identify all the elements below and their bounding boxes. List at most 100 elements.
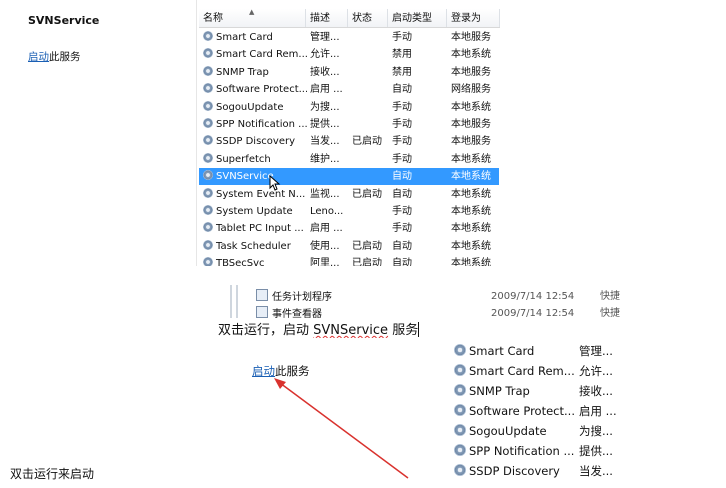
table-row[interactable]: Smart Card Rem... 允许... 禁用 本地系统 bbox=[199, 46, 499, 63]
service-logon: 本地服务 bbox=[451, 119, 491, 130]
service-name-label: SPP Notification ... bbox=[216, 119, 307, 130]
table-row[interactable]: System Update Leno... 手动 本地系统 bbox=[199, 203, 499, 220]
service-name-label: System Event N... bbox=[216, 188, 306, 200]
table-row[interactable]: SPP Notification ... 提供... 手动 本地服务 bbox=[199, 116, 499, 133]
service-desc: 监视... bbox=[310, 188, 340, 200]
service-status: 已启动 bbox=[352, 188, 382, 200]
pointer-arrow bbox=[274, 378, 409, 479]
table-row[interactable]: SSDP Discovery 当发... 已启动 手动 本地服务 bbox=[199, 133, 499, 150]
service-name-label: System Update bbox=[216, 206, 293, 217]
service-desc: 提供... bbox=[310, 119, 340, 130]
service-name-label: SVNService bbox=[216, 171, 274, 183]
table-row[interactable]: SogouUpdate 为搜... 手动 本地系统 bbox=[199, 99, 499, 116]
table-row[interactable]: SVNService 自动 本地系统 bbox=[199, 168, 499, 186]
service-logon: 本地系统 bbox=[451, 258, 491, 266]
item-date: 2009/7/14 12:54 bbox=[491, 291, 575, 302]
service-logon: 本地系统 bbox=[451, 171, 491, 183]
service-name: SVNService bbox=[203, 168, 307, 185]
divider bbox=[236, 285, 238, 318]
list-item-event-viewer[interactable]: 事件查看器 bbox=[256, 306, 322, 318]
service-startup: 禁用 bbox=[392, 66, 412, 78]
table-row[interactable]: Task Scheduler 使用... 已启动 自动 本地系统 bbox=[199, 238, 499, 255]
service-startup: 手动 bbox=[392, 223, 412, 235]
table-row[interactable]: TBSecSvc 阿里... 已启动 自动 本地系统 bbox=[199, 255, 499, 266]
service-name: System Update bbox=[203, 203, 307, 220]
service-name: SPP Notification ... bbox=[203, 116, 307, 133]
instruction-caption: 双击运行，启动 SVNService 服务 bbox=[218, 319, 420, 338]
service-startup: 手动 bbox=[392, 32, 412, 43]
service-logon: 网络服务 bbox=[451, 84, 491, 96]
service-name: Smart Card bbox=[203, 29, 307, 46]
service-desc: 为搜... bbox=[310, 101, 340, 113]
service-gear-icon bbox=[203, 65, 213, 76]
service-name: TBSecSvc bbox=[203, 255, 307, 266]
task-scheduler-icon bbox=[256, 289, 268, 301]
services-list: ▲ 名称 描述 状态 启动类型 登录为 Smart Card 管理... 手动 本地服… bbox=[199, 0, 624, 266]
service-logon: 本地系统 bbox=[451, 206, 491, 217]
service-name: System Event N... bbox=[203, 186, 307, 203]
service-name: SNMP Trap bbox=[203, 64, 307, 81]
sort-arrow-icon: ▲ bbox=[249, 8, 255, 16]
service-startup: 自动 bbox=[392, 84, 412, 96]
service-startup: 手动 bbox=[392, 119, 412, 130]
service-gear-icon bbox=[203, 31, 213, 41]
service-startup: 手动 bbox=[392, 153, 412, 165]
service-logon: 本地系统 bbox=[451, 188, 491, 200]
service-name-label: Smart Card Rem... bbox=[216, 49, 307, 61]
services-window-bottom: 启动此服务 Smart Card 管理... Smart Card Rem... 允许… bbox=[218, 338, 624, 488]
service-logon: 本地系统 bbox=[451, 240, 491, 252]
service-gear-icon bbox=[203, 48, 213, 59]
table-row[interactable]: System Event N... 监视... 已启动 自动 本地系统 bbox=[199, 186, 499, 203]
column-header-startup[interactable]: 启动类型 bbox=[388, 9, 447, 27]
service-desc: 管理... bbox=[310, 32, 340, 43]
service-logon: 本地系统 bbox=[451, 223, 491, 235]
table-row[interactable]: Smart Card 管理... 手动 本地服务 bbox=[199, 29, 499, 46]
service-logon: 本地服务 bbox=[451, 66, 491, 78]
divider bbox=[230, 285, 232, 318]
service-startup: 自动 bbox=[392, 258, 412, 266]
column-header-desc[interactable]: 描述 bbox=[306, 9, 348, 27]
service-desc: Leno... bbox=[310, 206, 344, 217]
table-row[interactable]: SNMP Trap 接收... 禁用 本地服务 bbox=[199, 64, 499, 81]
service-logon: 本地服务 bbox=[451, 136, 491, 148]
event-viewer-icon bbox=[256, 306, 268, 318]
item-name: 任务计划程序 bbox=[272, 292, 332, 303]
service-name-label: Superfetch bbox=[216, 153, 271, 165]
list-item-task-scheduler[interactable]: 任务计划程序 bbox=[256, 289, 332, 305]
service-startup: 禁用 bbox=[392, 49, 412, 61]
column-header-logon[interactable]: 登录为 bbox=[447, 9, 500, 27]
service-logon: 本地系统 bbox=[451, 153, 491, 165]
explorer-strip: 任务计划程序 2009/7/14 12:54 快捷 事件查看器 2009/7/1… bbox=[230, 285, 624, 318]
service-name-label: Tablet PC Input ... bbox=[216, 223, 304, 235]
service-logon: 本地系统 bbox=[451, 101, 491, 113]
start-service-link[interactable]: 启动 bbox=[28, 51, 49, 63]
item-type: 快捷 bbox=[600, 291, 620, 302]
service-name-label: Smart Card bbox=[216, 32, 273, 43]
service-name-label: Task Scheduler bbox=[216, 240, 291, 252]
caption-service: SVNService bbox=[313, 323, 389, 338]
service-desc: 允许... bbox=[310, 49, 340, 61]
service-name: Tablet PC Input ... bbox=[203, 220, 307, 237]
service-name: SogouUpdate bbox=[203, 99, 307, 116]
text-caret bbox=[418, 322, 420, 337]
service-title: SVNService bbox=[28, 14, 100, 27]
service-startup: 自动 bbox=[392, 240, 412, 252]
service-name-label: TBSecSvc bbox=[216, 258, 265, 266]
column-header-status[interactable]: 状态 bbox=[348, 9, 388, 27]
service-name: SSDP Discovery bbox=[203, 133, 307, 150]
service-desc: 接收... bbox=[310, 66, 340, 78]
column-header-name[interactable]: ▲ 名称 bbox=[199, 8, 306, 27]
service-gear-icon bbox=[203, 135, 213, 146]
table-row[interactable]: Software Protect... 启用 ... 自动 网络服务 bbox=[199, 81, 499, 98]
service-gear-icon bbox=[203, 83, 213, 94]
service-gear-icon bbox=[203, 205, 213, 215]
service-detail-pane: SVNService 启动此服务 bbox=[18, 0, 197, 266]
table-row[interactable]: Tablet PC Input ... 启用 ... 手动 本地系统 bbox=[199, 220, 499, 237]
service-gear-icon bbox=[203, 170, 213, 181]
service-desc: 启用 ... bbox=[310, 84, 343, 96]
table-row[interactable]: Superfetch 维护... 手动 本地系统 bbox=[199, 151, 499, 168]
item-type: 快捷 bbox=[600, 308, 620, 318]
service-gear-icon bbox=[203, 239, 213, 250]
service-gear-icon bbox=[203, 222, 213, 233]
caption-prefix: 双击运行，启动 bbox=[218, 323, 314, 338]
